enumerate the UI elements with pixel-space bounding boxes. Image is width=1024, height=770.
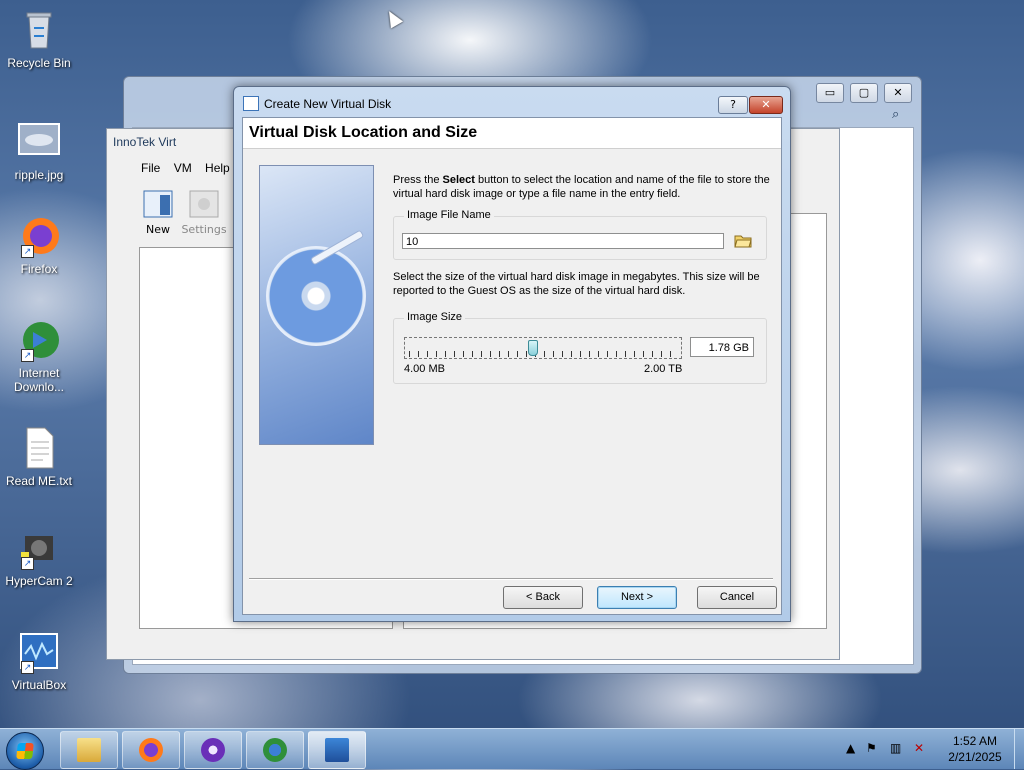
desktop-icon-readme[interactable]: Read ME.txt	[4, 426, 74, 488]
minimize-button[interactable]: ▭	[816, 83, 844, 103]
mask-icon	[201, 738, 225, 762]
size-description: Select the size of the virtual hard disk…	[393, 271, 760, 297]
close-button[interactable]: ✕	[884, 83, 912, 103]
folder-icon	[77, 738, 101, 762]
new-button-label: New	[146, 223, 170, 236]
new-vm-icon	[142, 187, 174, 219]
network-icon[interactable]: ▥	[890, 741, 901, 755]
download-manager-icon: ↗	[17, 318, 61, 362]
desktop-icon-hypercam[interactable]: ↗ HyperCam 2	[4, 526, 74, 588]
slider-min-label: 4.00 MB	[404, 363, 445, 375]
mouse-cursor-icon	[382, 7, 404, 29]
shortcut-arrow-icon: ↗	[21, 557, 34, 570]
image-file-name-input[interactable]: 10	[402, 233, 724, 249]
show-desktop-button[interactable]	[1014, 729, 1024, 769]
dialog-title: Create New Virtual Disk	[264, 97, 392, 111]
volume-muted-icon[interactable]: ✕	[914, 741, 924, 755]
clock-date: 2/21/2025	[948, 750, 1002, 764]
image-size-label: Image Size	[404, 311, 466, 323]
window-title: InnoTek Virt	[113, 135, 177, 149]
image-file-icon	[17, 120, 61, 164]
desktop-icon-label: Firefox	[20, 262, 58, 276]
image-file-name-group: Image File Name 10	[393, 209, 767, 260]
shortcut-arrow-icon: ↗	[21, 349, 34, 362]
desktop-icon-label: HyperCam 2	[5, 574, 73, 588]
firefox-icon: ↗	[17, 214, 61, 258]
menu-help[interactable]: Help	[205, 161, 230, 175]
camera-icon: ↗	[17, 526, 61, 570]
taskbar-firefox[interactable]	[122, 731, 180, 769]
cancel-button[interactable]: Cancel	[697, 586, 777, 609]
taskbar: ▲ ⚑ ▥ ✕ 1:52 AM 2/21/2025	[0, 728, 1024, 770]
slider-max-label: 2.00 TB	[644, 363, 683, 375]
menu-file[interactable]: File	[141, 161, 160, 175]
image-size-input[interactable]: 1.78 GB	[690, 337, 754, 357]
page-title: Virtual Disk Location and Size	[249, 124, 478, 141]
select-folder-button[interactable]	[734, 231, 752, 249]
text-file-icon	[17, 426, 61, 470]
firefox-icon	[139, 738, 163, 762]
folder-icon	[734, 235, 752, 248]
taskbar-download-manager[interactable]	[246, 731, 304, 769]
windows-logo-icon	[16, 743, 34, 759]
location-description: Press the Select button to select the lo…	[393, 174, 770, 200]
image-size-group: Image Size 1.78 GB 4.00 MB 2.00 TB	[393, 311, 767, 384]
maximize-button[interactable]: ▢	[850, 83, 878, 103]
settings-button[interactable]: Settings	[181, 187, 227, 236]
slider-ticks	[409, 351, 677, 357]
image-size-slider[interactable]	[404, 337, 682, 359]
taskbar-privacy-app[interactable]	[184, 731, 242, 769]
desktop-icon-label: Recycle Bin	[7, 56, 71, 70]
virtualbox-icon	[325, 738, 349, 762]
help-button[interactable]: ?	[718, 96, 748, 114]
action-center-flag-icon[interactable]: ⚑	[866, 741, 877, 755]
start-button[interactable]	[6, 732, 44, 770]
create-virtual-disk-dialog: Create New Virtual Disk ? ✕ Virtual Disk…	[233, 86, 791, 622]
button-separator	[249, 578, 773, 580]
settings-button-label: Settings	[181, 223, 227, 236]
desktop-icon-internet-download[interactable]: ↗ Internet Downlo...	[4, 318, 74, 394]
image-file-name-label: Image File Name	[404, 209, 494, 221]
desktop-icon-ripple[interactable]: ripple.jpg	[4, 120, 74, 182]
download-manager-icon	[263, 738, 287, 762]
hard-disk-image	[259, 165, 374, 445]
recycle-bin-icon	[17, 8, 61, 52]
clock-time: 1:52 AM	[952, 734, 998, 748]
shortcut-arrow-icon: ↗	[21, 661, 34, 674]
next-button[interactable]: Next >	[597, 586, 677, 609]
desktop-icon-firefox[interactable]: ↗ Firefox	[4, 214, 74, 276]
back-button[interactable]: < Back	[503, 586, 583, 609]
taskbar-virtualbox[interactable]	[308, 731, 366, 769]
close-button[interactable]: ✕	[749, 96, 783, 114]
search-icon[interactable]: ⌕	[892, 107, 899, 122]
taskbar-explorer[interactable]	[60, 731, 118, 769]
virtualbox-icon: ↗	[17, 630, 61, 674]
menu-bar: File VM Help	[141, 161, 240, 175]
desktop-icon-label: Internet Downlo...	[13, 366, 65, 394]
new-button[interactable]: New	[135, 187, 181, 236]
settings-icon	[188, 187, 220, 219]
shortcut-arrow-icon: ↗	[21, 245, 34, 258]
virtualbox-app-icon	[243, 96, 259, 111]
clock[interactable]: 1:52 AM 2/21/2025	[940, 733, 1010, 765]
desktop-icon-recycle-bin[interactable]: Recycle Bin	[4, 8, 74, 70]
tray-expand-icon[interactable]: ▲	[846, 741, 855, 755]
desktop-icon-label: VirtualBox	[11, 678, 67, 692]
desktop-icon-virtualbox[interactable]: ↗ VirtualBox	[4, 630, 74, 692]
slider-thumb[interactable]	[528, 340, 538, 356]
dialog-body: Virtual Disk Location and Size Press the…	[242, 117, 782, 615]
desktop-icon-label: ripple.jpg	[14, 168, 64, 182]
wizard-header: Virtual Disk Location and Size	[243, 118, 781, 149]
desktop-icon-label: Read ME.txt	[5, 474, 73, 488]
menu-vm[interactable]: VM	[174, 161, 192, 175]
